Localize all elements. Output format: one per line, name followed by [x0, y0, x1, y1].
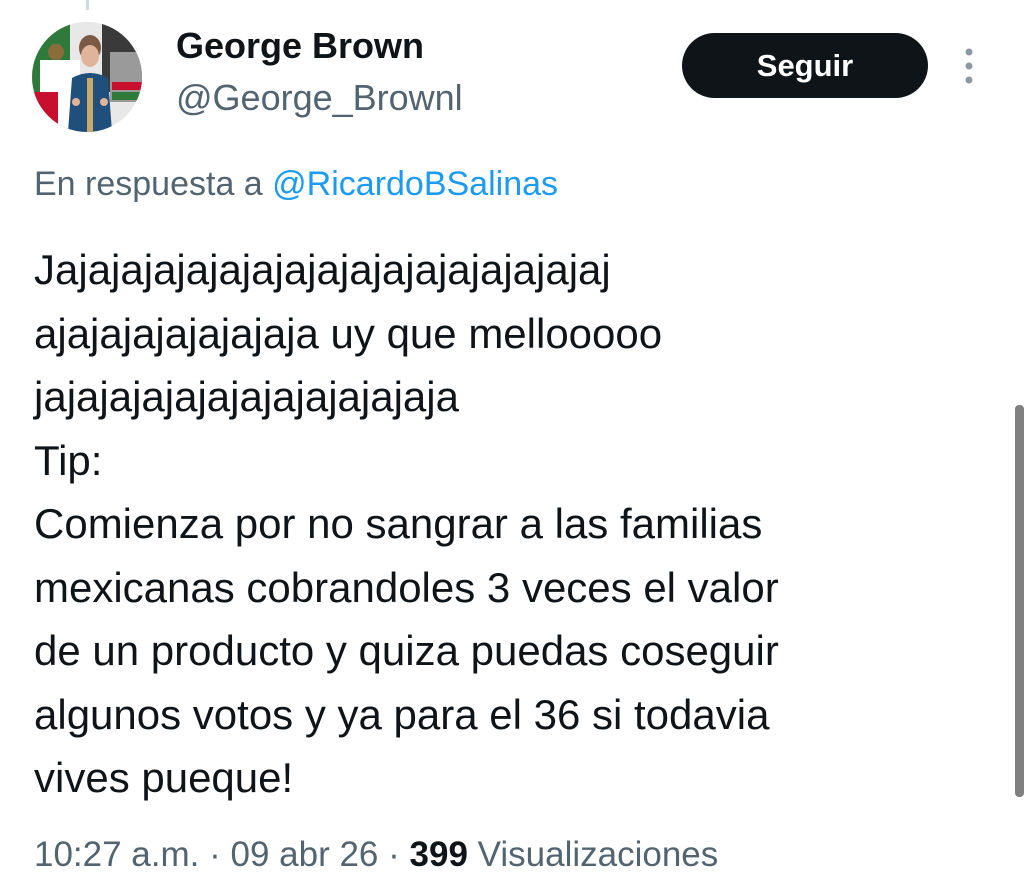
thread-connector-line: [86, 0, 89, 10]
tweet-meta: 10:27 a.m. · 09 abr 26 · 399 Visualizaci…: [34, 830, 718, 880]
follow-button[interactable]: Seguir: [682, 33, 928, 98]
tweet-time[interactable]: 10:27 a.m.: [34, 835, 199, 874]
avatar[interactable]: [32, 22, 142, 132]
scrollbar-thumb[interactable]: [1015, 405, 1024, 797]
author-name[interactable]: George Brown: [176, 24, 424, 68]
meta-separator: ·: [199, 835, 231, 874]
author-handle[interactable]: @George_Brownl: [176, 76, 463, 120]
reply-context: En respuesta a @RicardoBSalinas: [34, 162, 558, 206]
reply-prefix: En respuesta a: [34, 165, 273, 203]
tweet-text: Jajajajajajajajajajajajajajajajajaj ajaj…: [34, 246, 779, 801]
meta-separator: ·: [378, 835, 410, 874]
views-label: Visualizaciones: [467, 835, 719, 874]
more-options-icon[interactable]: [960, 46, 978, 86]
avatar-image: [32, 22, 142, 132]
views-count: 399: [409, 835, 468, 874]
tweet-date[interactable]: 09 abr 26: [231, 835, 379, 874]
reply-mention-link[interactable]: @RicardoBSalinas: [272, 165, 558, 203]
